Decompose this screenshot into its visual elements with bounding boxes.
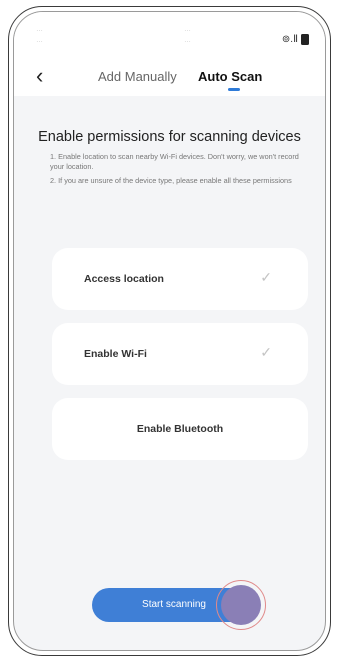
back-chevron-icon[interactable]: ‹ — [36, 65, 43, 87]
check-icon: ✓ — [260, 269, 272, 285]
permission-label: Access location — [84, 273, 164, 285]
check-icon: ✓ — [260, 344, 272, 360]
permission-card-location[interactable]: Access location ✓ — [52, 248, 308, 310]
permission-card-bluetooth[interactable]: Enable Bluetooth — [52, 398, 308, 460]
status-bar: … … … … ⊚.Ⅱ — [14, 12, 325, 56]
permission-note-2: 2. If you are unsure of the device type,… — [50, 176, 292, 185]
permission-card-wifi[interactable]: Enable Wi-Fi ✓ — [52, 323, 308, 385]
tab-auto-scan[interactable]: Auto Scan — [198, 70, 262, 83]
status-icons: ⊚.Ⅱ — [282, 34, 309, 45]
permission-note-1: 1. Enable location to scan nearby Wi-Fi … — [50, 152, 299, 171]
header: ‹ Add Manually Auto Scan — [14, 56, 325, 96]
active-tab-indicator — [228, 88, 240, 91]
phone-frame: … … … … ⊚.Ⅱ ‹ Add Manually Auto Scan Ena… — [8, 6, 331, 656]
touch-indicator — [221, 585, 261, 625]
screen: … … … … ⊚.Ⅱ ‹ Add Manually Auto Scan Ena… — [13, 11, 326, 651]
status-faint-text: … — [184, 37, 192, 44]
status-faint-text: … — [36, 26, 44, 33]
page-title: Enable permissions for scanning devices — [38, 129, 301, 145]
battery-icon — [301, 34, 309, 45]
wifi-signal-icon: ⊚.Ⅱ — [281, 34, 298, 45]
permission-label: Enable Bluetooth — [136, 423, 224, 435]
permission-label: Enable Wi-Fi — [84, 348, 147, 360]
tab-add-manually[interactable]: Add Manually — [98, 70, 177, 83]
status-faint-text: … — [184, 26, 192, 33]
status-faint-text: … — [36, 37, 44, 44]
